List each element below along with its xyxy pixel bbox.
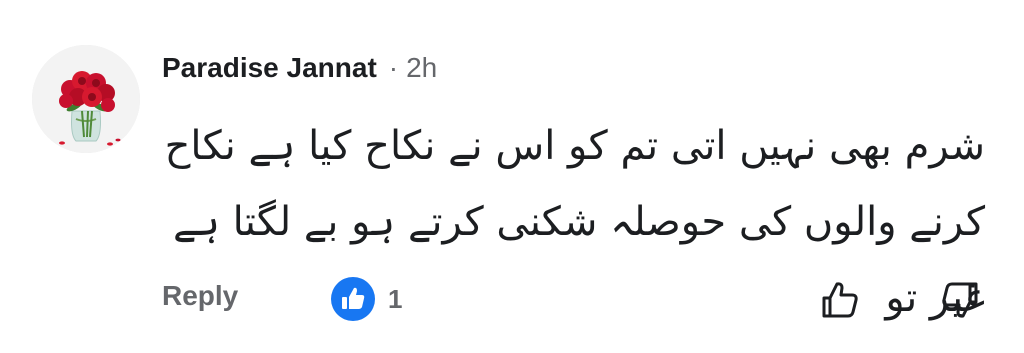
comment: Paradise Jannat · 2h شرم بھی نہیں اتی تم… (0, 0, 1024, 353)
timestamp[interactable]: 2h (406, 52, 437, 84)
reaction-summary[interactable]: 1 (330, 276, 402, 322)
comment-header: Paradise Jannat · 2h (162, 48, 437, 88)
thumbs-down-outline-icon (942, 282, 978, 318)
thumbs-up-outline-icon (822, 282, 858, 318)
comment-actions: Reply 1 (0, 270, 1024, 330)
reply-button[interactable]: Reply (162, 280, 238, 312)
thumbs-up-icon (331, 277, 375, 321)
upvote-button[interactable] (816, 276, 864, 324)
separator-dot: · (388, 52, 399, 83)
like-count: 1 (388, 283, 403, 314)
roses-vase-image (32, 45, 140, 153)
author-name[interactable]: Paradise Jannat (162, 52, 377, 84)
avatar[interactable] (32, 45, 140, 153)
downvote-button[interactable] (936, 276, 984, 324)
